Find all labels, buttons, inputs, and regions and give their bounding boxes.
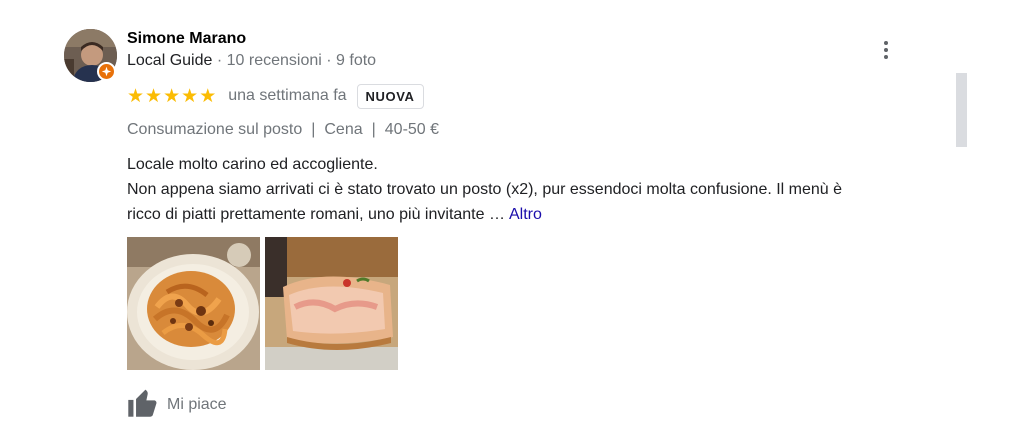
star-rating: ★ ★ ★ ★ ★	[127, 87, 216, 106]
star-icon: ★	[199, 85, 217, 107]
local-guide-badge-icon	[97, 62, 116, 81]
review-line: Locale molto carino ed accogliente.	[127, 156, 378, 173]
reviewer-name[interactable]: Simone Marano	[127, 30, 246, 48]
review-photos	[127, 237, 398, 370]
menu-dot	[884, 41, 888, 45]
price-range: 40-50 €	[384, 121, 440, 138]
star-icon: ★	[127, 85, 145, 107]
review-line: ricco di piatti prettamente romani, uno …	[127, 206, 505, 223]
star-icon: ★	[145, 85, 163, 107]
like-label: Mi piace	[167, 396, 227, 413]
attr-separator: |	[371, 121, 376, 138]
like-button[interactable]: Mi piace	[127, 388, 227, 422]
reviews-count: 10 recensioni	[226, 52, 322, 69]
star-icon: ★	[163, 85, 181, 107]
menu-dot	[884, 55, 888, 59]
menu-dot	[884, 48, 888, 52]
thumbs-up-icon	[127, 388, 158, 422]
meal-type: Cena	[324, 121, 363, 138]
attr-separator: |	[311, 121, 316, 138]
new-badge: NUOVA	[356, 83, 424, 109]
review-card: Simone Marano Local Guide · 10 recension…	[0, 0, 1024, 429]
star-icon: ★	[181, 85, 199, 107]
review-line-last: ricco di piatti prettamente romani, uno …	[127, 202, 927, 227]
avatar[interactable]	[64, 29, 117, 82]
photos-count: 9 foto	[336, 52, 377, 69]
review-time: una settimana fa	[228, 87, 347, 104]
review-attributes: Consumazione sul posto | Cena | 40-50 €	[127, 121, 439, 139]
read-more-link[interactable]: Altro	[509, 206, 542, 223]
reviewer-meta[interactable]: Local Guide · 10 recensioni · 9 foto	[127, 52, 376, 70]
pizza-slice-photo[interactable]	[265, 237, 398, 370]
rating-row: ★ ★ ★ ★ ★ una settimana fa NUOVA	[127, 82, 424, 110]
review-text: Locale molto carino ed accogliente. Non …	[127, 152, 927, 227]
pasta-dish-photo[interactable]	[127, 237, 260, 370]
local-guide-label: Local Guide	[127, 52, 213, 69]
more-options-icon[interactable]	[876, 38, 896, 62]
service-type: Consumazione sul posto	[127, 121, 303, 138]
scrollbar-thumb[interactable]	[956, 73, 967, 147]
review-line: Non appena siamo arrivati ci è stato tro…	[127, 181, 843, 198]
meta-separator: ·	[326, 52, 332, 69]
meta-separator: ·	[216, 52, 223, 69]
